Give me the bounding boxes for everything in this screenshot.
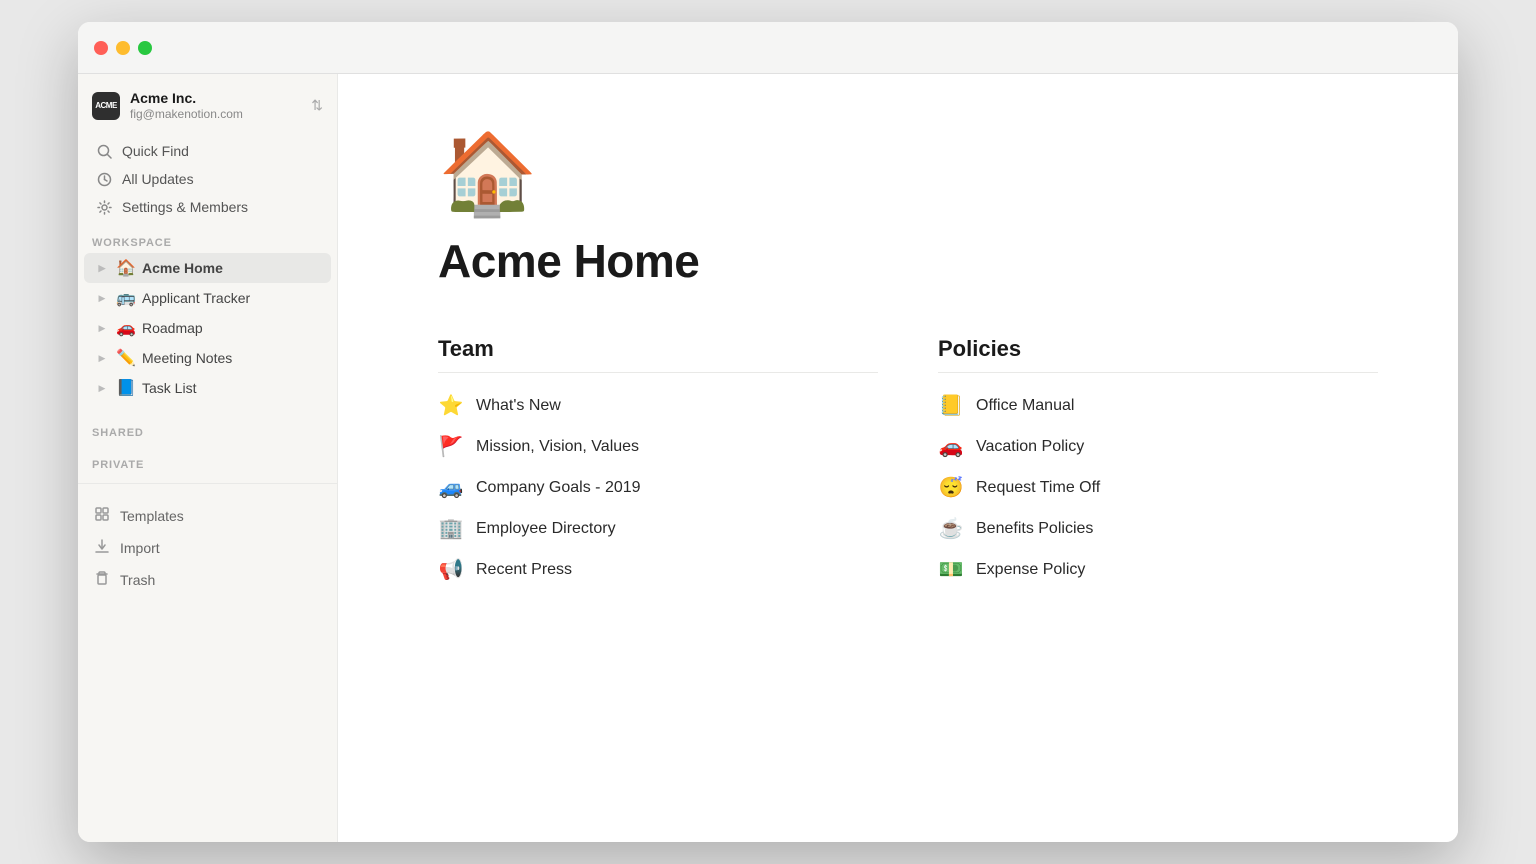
team-heading: Team: [438, 336, 878, 373]
templates-icon: [92, 506, 112, 526]
trash-label: Trash: [120, 572, 155, 588]
nav-emoji-applicant-tracker: 🚌: [116, 288, 136, 308]
employee-directory-emoji: 🏢: [438, 516, 464, 541]
content-grid: Team ⭐ What's New 🚩 Mission, Vision, Val…: [438, 336, 1378, 590]
nav-item-meeting-notes[interactable]: ▶ ✏️ Meeting Notes: [84, 343, 331, 373]
whats-new-label: What's New: [476, 397, 561, 415]
search-icon: [94, 144, 114, 159]
nav-label-acme-home: Acme Home: [142, 260, 323, 276]
page-title: Acme Home: [438, 234, 1378, 288]
trash-item[interactable]: Trash: [78, 564, 337, 596]
shared-section-label: SHARED: [78, 419, 337, 443]
nav-arrow-roadmap: ▶: [94, 320, 110, 336]
nav-emoji-task-list: 📘: [116, 378, 136, 398]
list-item-request-time-off[interactable]: 😴 Request Time Off: [938, 467, 1378, 508]
templates-label: Templates: [120, 508, 184, 524]
settings-label: Settings & Members: [122, 199, 248, 215]
list-item-recent-press[interactable]: 📢 Recent Press: [438, 549, 878, 590]
import-label: Import: [120, 540, 160, 556]
nav-label-applicant-tracker: Applicant Tracker: [142, 290, 323, 306]
list-item-benefits-policies[interactable]: ☕ Benefits Policies: [938, 508, 1378, 549]
app-layout: ACME Acme Inc. fig@makenotion.com ⇅: [78, 74, 1458, 842]
workspace-logo: ACME: [92, 92, 120, 120]
quick-find-item[interactable]: Quick Find: [86, 137, 329, 165]
office-manual-emoji: 📒: [938, 393, 964, 418]
recent-press-label: Recent Press: [476, 561, 572, 579]
import-item[interactable]: Import: [78, 532, 337, 564]
nav-emoji-meeting-notes: ✏️: [116, 348, 136, 368]
main-content: 🏠 Acme Home Team ⭐ What's New 🚩 Mission,…: [338, 74, 1458, 842]
settings-item[interactable]: Settings & Members: [86, 193, 329, 221]
expense-policy-emoji: 💵: [938, 557, 964, 582]
workspace-email: fig@makenotion.com: [130, 107, 243, 121]
team-section: Team ⭐ What's New 🚩 Mission, Vision, Val…: [438, 336, 878, 590]
whats-new-emoji: ⭐: [438, 393, 464, 418]
nav-item-task-list[interactable]: ▶ 📘 Task List: [84, 373, 331, 403]
policies-section: Policies 📒 Office Manual 🚗 Vacation Poli…: [938, 336, 1378, 590]
maximize-button[interactable]: [138, 41, 152, 55]
nav-label-task-list: Task List: [142, 380, 323, 396]
app-window: ACME Acme Inc. fig@makenotion.com ⇅: [78, 22, 1458, 842]
nav-item-roadmap[interactable]: ▶ 🚗 Roadmap: [84, 313, 331, 343]
recent-press-emoji: 📢: [438, 557, 464, 582]
mission-vision-label: Mission, Vision, Values: [476, 438, 639, 456]
workspace-switcher-icon[interactable]: ⇅: [311, 97, 323, 114]
policies-heading: Policies: [938, 336, 1378, 373]
workspace-info[interactable]: ACME Acme Inc. fig@makenotion.com: [92, 90, 243, 121]
office-manual-label: Office Manual: [976, 397, 1074, 415]
list-item-company-goals[interactable]: 🚙 Company Goals - 2019: [438, 467, 878, 508]
nav-label-meeting-notes: Meeting Notes: [142, 350, 323, 366]
benefits-policies-emoji: ☕: [938, 516, 964, 541]
minimize-button[interactable]: [116, 41, 130, 55]
team-list: ⭐ What's New 🚩 Mission, Vision, Values 🚙…: [438, 385, 878, 590]
list-item-expense-policy[interactable]: 💵 Expense Policy: [938, 549, 1378, 590]
nav-item-acme-home[interactable]: ▶ 🏠 Acme Home: [84, 253, 331, 283]
nav-items: ▶ 🏠 Acme Home ▶ 🚌 Applicant Tracker ▶ 🚗 …: [78, 253, 337, 403]
nav-arrow-acme-home: ▶: [94, 260, 110, 276]
benefits-policies-label: Benefits Policies: [976, 520, 1093, 538]
gear-icon: [94, 200, 114, 215]
list-item-whats-new[interactable]: ⭐ What's New: [438, 385, 878, 426]
nav-emoji-acme-home: 🏠: [116, 258, 136, 278]
import-icon: [92, 538, 112, 558]
nav-label-roadmap: Roadmap: [142, 320, 323, 336]
company-goals-emoji: 🚙: [438, 475, 464, 500]
all-updates-label: All Updates: [122, 171, 194, 187]
clock-icon: [94, 172, 114, 187]
workspace-section-label: WORKSPACE: [78, 229, 337, 253]
nav-arrow-task-list: ▶: [94, 380, 110, 396]
company-goals-label: Company Goals - 2019: [476, 479, 641, 497]
expense-policy-label: Expense Policy: [976, 561, 1085, 579]
titlebar: [78, 22, 1458, 74]
policies-list: 📒 Office Manual 🚗 Vacation Policy 😴 Requ…: [938, 385, 1378, 590]
list-item-vacation-policy[interactable]: 🚗 Vacation Policy: [938, 426, 1378, 467]
trash-icon: [92, 570, 112, 590]
vacation-policy-label: Vacation Policy: [976, 438, 1084, 456]
sidebar-actions: Quick Find All Updates: [78, 133, 337, 229]
employee-directory-label: Employee Directory: [476, 520, 616, 538]
private-section-label: PRIVATE: [78, 451, 337, 475]
request-time-off-emoji: 😴: [938, 475, 964, 500]
nav-arrow-applicant-tracker: ▶: [94, 290, 110, 306]
nav-item-applicant-tracker[interactable]: ▶ 🚌 Applicant Tracker: [84, 283, 331, 313]
request-time-off-label: Request Time Off: [976, 479, 1100, 497]
list-item-mission-vision[interactable]: 🚩 Mission, Vision, Values: [438, 426, 878, 467]
list-item-office-manual[interactable]: 📒 Office Manual: [938, 385, 1378, 426]
sidebar: ACME Acme Inc. fig@makenotion.com ⇅: [78, 74, 338, 842]
mission-vision-emoji: 🚩: [438, 434, 464, 459]
workspace-name: Acme Inc.: [130, 90, 243, 107]
quick-find-label: Quick Find: [122, 143, 189, 159]
page-icon: 🏠: [438, 134, 1378, 214]
nav-arrow-meeting-notes: ▶: [94, 350, 110, 366]
templates-item[interactable]: Templates: [78, 500, 337, 532]
workspace-header: ACME Acme Inc. fig@makenotion.com ⇅: [78, 74, 337, 133]
vacation-policy-emoji: 🚗: [938, 434, 964, 459]
traffic-lights: [94, 41, 152, 55]
close-button[interactable]: [94, 41, 108, 55]
all-updates-item[interactable]: All Updates: [86, 165, 329, 193]
sidebar-bottom: Templates Import: [78, 483, 337, 596]
list-item-employee-directory[interactable]: 🏢 Employee Directory: [438, 508, 878, 549]
nav-emoji-roadmap: 🚗: [116, 318, 136, 338]
